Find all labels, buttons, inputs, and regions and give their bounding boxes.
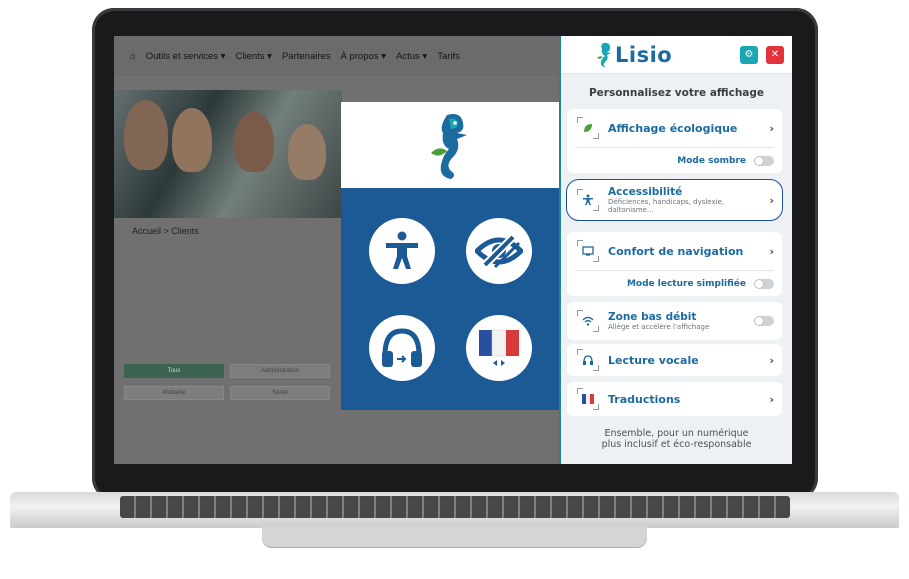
settings-button[interactable]: ⚙ <box>740 45 758 64</box>
chevron-right-icon: › <box>769 193 774 207</box>
toggle-mode-sombre[interactable] <box>754 155 774 166</box>
lisio-panel: Lisio ⚙ ✕ Personnalisez votre affichage … <box>559 36 792 464</box>
nav-partenaires[interactable]: Partenaires <box>282 51 331 62</box>
french-flag-icon <box>577 388 599 410</box>
nav-outils[interactable]: Outils et services ▾ <box>146 51 226 62</box>
seahorse-icon <box>597 42 611 67</box>
chevron-right-icon: › <box>769 353 774 367</box>
toggle-lecture-simplifiee[interactable] <box>754 278 774 289</box>
row-zone-bas-debit[interactable]: Zone bas débit Allège et accélère l'affi… <box>567 302 782 340</box>
row-lecture-vocale[interactable]: Lecture vocale › <box>567 344 782 376</box>
laptop-trackpad <box>262 526 647 548</box>
accessibility-icon <box>577 189 599 211</box>
feature-card <box>341 102 559 410</box>
sub-accessibilite: Déficiences, handicaps, dyslexie, dalton… <box>608 197 725 214</box>
card-affichage-ecologique: Affichage écologique › Mode sombre <box>567 109 782 173</box>
laptop-screen: ⌂ Outils et services ▾ Clients ▾ Partena… <box>114 36 792 464</box>
filter-administration[interactable]: Administration <box>230 364 330 378</box>
label-lecture-simplifiee: Mode lecture simplifiée <box>626 278 746 289</box>
toggle-row-mode-sombre: Mode sombre <box>567 148 782 173</box>
cursor-screen-icon <box>577 240 599 262</box>
breadcrumb: Accueil > Clients <box>132 226 199 236</box>
nav-actus[interactable]: Actus ▾ <box>396 51 427 62</box>
label-mode-sombre: Mode sombre <box>677 155 746 166</box>
label-traductions: Traductions <box>608 392 681 406</box>
card-confort-navigation: Confort de navigation › Mode lecture sim… <box>567 232 782 296</box>
hero-person <box>234 112 274 172</box>
feature-icon-grid <box>341 188 559 410</box>
card-zone-bas-debit: Zone bas débit Allège et accélère l'affi… <box>567 302 782 340</box>
accessibilite-text: Accessibilité Déficiences, handicaps, dy… <box>608 186 769 215</box>
footer-line-1: Ensemble, pour un numérique <box>604 428 749 439</box>
zone-bas-debit-text: Zone bas débit Allège et accélère l'affi… <box>608 311 754 331</box>
row-affichage-ecologique[interactable]: Affichage écologique › <box>567 109 782 147</box>
chevron-right-icon: › <box>769 392 774 406</box>
gear-icon: ⚙ <box>744 49 754 60</box>
nav-clients[interactable]: Clients ▾ <box>236 51 272 62</box>
sub-zone-bas-debit: Allège et accélère l'affichage <box>608 322 710 331</box>
accessibility-icon <box>368 217 435 284</box>
close-button[interactable]: ✕ <box>766 45 784 64</box>
hero-person <box>124 100 168 170</box>
filter-tous[interactable]: Tous <box>124 364 224 378</box>
headphones-icon <box>368 314 435 381</box>
card-traductions: Traductions › <box>567 382 782 416</box>
panel-title: Personnalisez votre affichage <box>588 87 765 99</box>
french-flag-icon <box>465 314 532 381</box>
panel-footer: Ensemble, pour un numérique plus inclusi… <box>561 428 792 451</box>
brand-name: Lisio <box>615 42 673 67</box>
toggle-zone-bas-debit[interactable] <box>754 316 774 326</box>
label-zone-bas-debit: Zone bas débit <box>608 310 697 323</box>
label-affichage-ecologique: Affichage écologique <box>608 121 738 135</box>
hero-person <box>288 124 326 180</box>
hero-image <box>114 90 342 218</box>
laptop-mockup: ⌂ Outils et services ▾ Clients ▾ Partena… <box>0 0 909 579</box>
label-confort-navigation: Confort de navigation <box>608 244 744 258</box>
leaf-icon <box>577 117 599 139</box>
card-accessibilite: Accessibilité Déficiences, handicaps, dy… <box>566 179 783 221</box>
wifi-icon <box>577 310 599 332</box>
nav-tarifs[interactable]: Tarifs <box>437 51 460 62</box>
panel-header: Lisio ⚙ ✕ <box>561 36 792 74</box>
row-traductions[interactable]: Traductions › <box>567 382 782 416</box>
brand-logo: Lisio <box>597 42 672 68</box>
chevron-right-icon: › <box>769 244 774 258</box>
toggle-row-lecture-simplifiee: Mode lecture simplifiée <box>567 271 782 296</box>
row-accessibilite[interactable]: Accessibilité Déficiences, handicaps, dy… <box>567 180 782 220</box>
hero-person <box>172 108 212 172</box>
row-confort-navigation[interactable]: Confort de navigation › <box>567 232 782 270</box>
close-icon: ✕ <box>770 49 780 60</box>
filter-mutuelle[interactable]: Mutuelle <box>124 386 224 400</box>
label-accessibilite: Accessibilité <box>608 185 683 198</box>
chevron-right-icon: › <box>769 121 774 135</box>
nav-apropos[interactable]: À propos ▾ <box>341 51 386 62</box>
seahorse-logo-icon <box>341 102 559 188</box>
headphones-icon <box>577 349 599 371</box>
site-nav: ⌂ Outils et services ▾ Clients ▾ Partena… <box>114 36 559 76</box>
label-lecture-vocale: Lecture vocale <box>608 353 699 367</box>
footer-line-2: plus inclusif et éco-responsable <box>601 439 752 451</box>
laptop-keyboard <box>120 496 790 518</box>
filter-sante[interactable]: Santé <box>230 386 330 400</box>
home-icon[interactable]: ⌂ <box>130 51 136 62</box>
card-lecture-vocale: Lecture vocale › <box>567 344 782 376</box>
eye-slash-icon <box>465 217 532 284</box>
